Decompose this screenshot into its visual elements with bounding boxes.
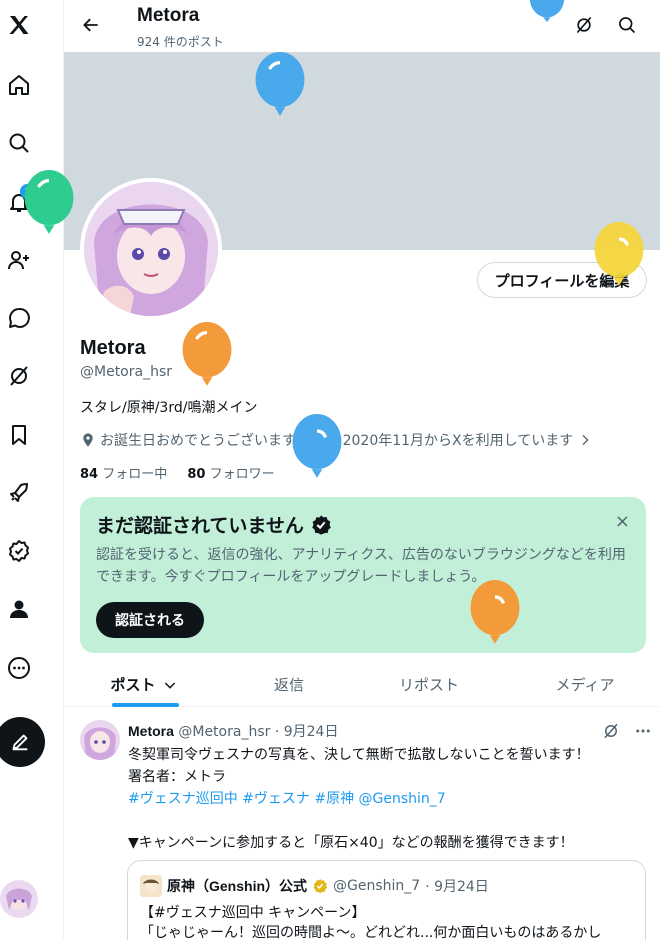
get-verified-button[interactable]: 認証される xyxy=(96,602,204,638)
tab-media[interactable]: メディア xyxy=(540,662,630,707)
arrow-left-icon xyxy=(83,18,98,32)
verification-title: まだ認証されていません xyxy=(96,511,332,538)
balloon-orange-1 xyxy=(182,322,232,386)
compose-icon xyxy=(12,734,28,751)
following-link[interactable]: 84 フォロー中 xyxy=(80,467,167,482)
quote-text: 【#ヴェスナ巡回中 キャンペーン】 「じゃじゃーん！巡回の時間よ～。どれどれ..… xyxy=(140,905,602,940)
post-handle[interactable]: @Metora_hsr xyxy=(178,724,270,740)
location-pin-icon xyxy=(83,433,93,447)
verification-card: まだ認証されていません × 認証を受けると、返信の強化、アナリティクス、広告のな… xyxy=(80,497,646,653)
profile-avatar[interactable] xyxy=(80,178,222,320)
post-date[interactable]: · 9月24日 xyxy=(275,724,339,740)
search-icon xyxy=(619,17,636,34)
post-author[interactable]: Metora xyxy=(128,723,174,739)
joined-text: 2020年11月からXを利用しています xyxy=(342,433,574,449)
quote-header: 原神（Genshin）公式 @Genshin_7 · 9月24日 xyxy=(140,875,489,897)
quote-avatar xyxy=(140,875,162,897)
more-icon[interactable] xyxy=(0,649,38,687)
compose-post-button[interactable] xyxy=(0,717,45,767)
verified-icon[interactable] xyxy=(0,532,38,570)
sidebar-nav: 1 xyxy=(0,0,64,940)
bookmark-icon[interactable] xyxy=(0,416,38,454)
grok-top-button[interactable] xyxy=(572,13,596,37)
rocket-icon[interactable] xyxy=(0,474,38,512)
profile-tabs: ポスト 返信 リポスト メディア xyxy=(64,662,660,707)
home-icon[interactable] xyxy=(0,66,38,104)
tab-active-indicator xyxy=(112,703,179,707)
account-avatar[interactable] xyxy=(0,880,38,918)
follow-stats: 84 フォロー中 80 フォロワー xyxy=(80,463,275,482)
balloon-blue-2 xyxy=(292,414,342,478)
balloon-green xyxy=(24,170,74,234)
tab-replies[interactable]: 返信 xyxy=(244,662,334,707)
birthday-text: お誕生日おめでとうございます。 xyxy=(100,433,309,449)
search-icon[interactable] xyxy=(0,124,38,162)
main-column: Metora 924 件のポスト プロフィールを編集 Metora @Metor… xyxy=(64,0,660,940)
more-options-icon[interactable] xyxy=(634,722,652,740)
verified-badge-icon xyxy=(312,514,331,535)
chevron-right-icon[interactable] xyxy=(577,432,593,448)
grok-icon[interactable] xyxy=(0,357,38,395)
post-count: 924 件のポスト xyxy=(137,35,224,49)
balloon-yellow xyxy=(594,222,644,286)
post-text: 冬契軍司令ヴェスナの写真を、決して無断で拡散しないことを誓います！ 署名者：メト… xyxy=(128,744,648,854)
page-title: Metora xyxy=(137,5,200,26)
post-header: Metora @Metora_hsr · 9月24日 xyxy=(128,721,338,741)
search-top-button[interactable] xyxy=(615,13,639,37)
verification-body: 認証を受けると、返信の強化、アナリティクス、広告のないブラウジングなどを利用でき… xyxy=(96,547,626,585)
profile-icon[interactable] xyxy=(0,590,38,628)
post-avatar[interactable] xyxy=(80,720,120,760)
balloon-blue-1 xyxy=(255,52,305,116)
back-button[interactable] xyxy=(78,12,104,38)
quote-date: · 9月24日 xyxy=(425,879,489,895)
add-user-icon[interactable] xyxy=(0,241,38,279)
profile-handle: @Metora_hsr xyxy=(80,364,173,380)
balloon-orange-2 xyxy=(470,580,520,644)
messages-icon[interactable] xyxy=(0,299,38,337)
gold-verified-icon xyxy=(313,879,328,893)
balloon-blue-top xyxy=(529,0,565,22)
post-item[interactable]: Metora @Metora_hsr · 9月24日 冬契軍司令ヴェスナの写真を… xyxy=(64,708,660,940)
post-actions xyxy=(602,722,652,740)
profile-name: Metora xyxy=(80,337,146,359)
profile-bio: スタレ/原神/3rd/鳴潮メイン xyxy=(80,400,258,416)
quote-handle: @Genshin_7 xyxy=(333,878,421,894)
quoted-post[interactable]: 原神（Genshin）公式 @Genshin_7 · 9月24日 【#ヴェスナ巡… xyxy=(127,860,646,940)
x-logo-icon[interactable] xyxy=(0,6,38,44)
followers-link[interactable]: 80 フォロワー xyxy=(187,467,274,482)
grok-icon xyxy=(576,16,592,34)
post-hashtags[interactable]: #ヴェスナ巡回中 #ヴェスナ #原神 @Genshin_7 xyxy=(128,788,648,810)
grok-icon[interactable] xyxy=(602,722,620,740)
close-icon[interactable]: × xyxy=(615,511,630,532)
tab-posts[interactable]: ポスト xyxy=(94,662,194,707)
tab-reposts[interactable]: リポスト xyxy=(384,662,474,707)
chevron-down-icon xyxy=(164,681,175,689)
quote-author: 原神（Genshin）公式 xyxy=(167,878,308,894)
